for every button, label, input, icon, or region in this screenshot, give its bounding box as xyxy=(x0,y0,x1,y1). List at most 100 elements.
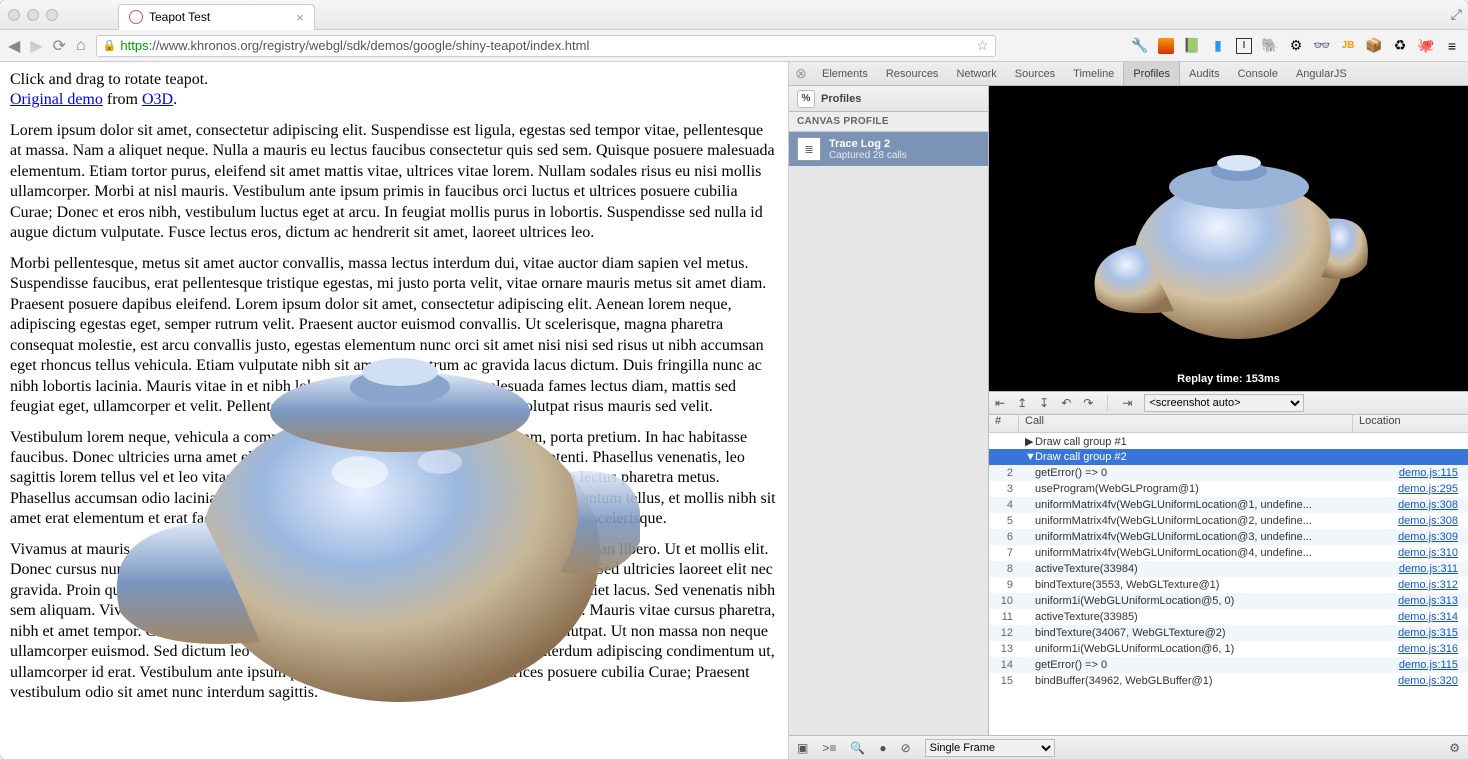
search-icon[interactable]: 🔍 xyxy=(850,741,865,755)
back-button[interactable]: ◀ xyxy=(8,36,20,56)
source-link[interactable]: demo.js:315 xyxy=(1398,627,1458,639)
o3d-link[interactable]: O3D xyxy=(142,91,173,108)
trace-call-row[interactable]: 10uniform1i(WebGLUniformLocation@5, 0)de… xyxy=(989,593,1468,609)
ext-gear-icon[interactable]: ⚙ xyxy=(1288,38,1304,54)
draw-call-group[interactable]: ▶Draw call group #1 xyxy=(989,433,1468,449)
devtools-tab-resources[interactable]: Resources xyxy=(877,62,948,85)
ext-flag-icon[interactable]: ▮ xyxy=(1210,38,1226,54)
col-call-header[interactable]: Call xyxy=(1019,415,1353,432)
devtools-tab-network[interactable]: Network xyxy=(947,62,1005,85)
url-path: ://www.khronos.org/registry/webgl/sdk/de… xyxy=(149,38,590,53)
source-link[interactable]: demo.js:309 xyxy=(1398,531,1458,543)
trace-call-row[interactable]: 5uniformMatrix4fv(WebGLUniformLocation@2… xyxy=(989,513,1468,529)
devtools-tab-profiles[interactable]: Profiles xyxy=(1123,62,1180,85)
trace-call-row[interactable]: 11activeTexture(33985)demo.js:314 xyxy=(989,609,1468,625)
source-link[interactable]: demo.js:308 xyxy=(1398,499,1458,511)
devtools-tab-audits[interactable]: Audits xyxy=(1180,62,1229,85)
trace-call-row[interactable]: 12bindTexture(34067, WebGLTexture@2)demo… xyxy=(989,625,1468,641)
devtools-tab-timeline[interactable]: Timeline xyxy=(1064,62,1123,85)
step-back-icon[interactable]: ↶ xyxy=(1061,396,1071,410)
source-link[interactable]: demo.js:320 xyxy=(1398,675,1458,687)
log-icon: ≣ xyxy=(797,137,821,161)
reload-button[interactable]: ⟳ xyxy=(53,36,66,56)
home-button[interactable]: ⌂ xyxy=(76,37,86,55)
ext-avatar-icon[interactable] xyxy=(1158,38,1174,54)
devtools-tab-angularjs[interactable]: AngularJS xyxy=(1287,62,1356,85)
col-number-header[interactable]: # xyxy=(989,415,1019,432)
screenshot-select[interactable]: <screenshot auto> xyxy=(1144,394,1304,412)
trace-log-item[interactable]: ≣ Trace Log 2 Captured 28 calls xyxy=(789,132,988,166)
ext-github-icon[interactable]: 🐙 xyxy=(1418,38,1434,54)
titlebar: Teapot Test × ⤢ xyxy=(0,0,1468,30)
last-call-icon[interactable]: ⇥ xyxy=(1122,396,1132,410)
ext-recycle-icon[interactable]: ♻ xyxy=(1392,38,1408,54)
trace-call-row[interactable]: 13uniform1i(WebGLUniformLocation@6, 1)de… xyxy=(989,641,1468,657)
ext-jb-icon[interactable]: JB xyxy=(1340,38,1356,54)
source-link[interactable]: demo.js:308 xyxy=(1398,515,1458,527)
page-content: Click and drag to rotate teapot. Origina… xyxy=(0,62,788,759)
ext-mask-icon[interactable]: 👓 xyxy=(1314,38,1330,54)
trace-table-header: # Call Location xyxy=(989,415,1468,433)
devtools-tabs: ⊗ ElementsResourcesNetworkSourcesTimelin… xyxy=(789,62,1468,86)
dock-icon[interactable]: ▣ xyxy=(797,741,808,755)
settings-gear-icon[interactable]: ⚙ xyxy=(1449,741,1460,755)
trace-log-subtitle: Captured 28 calls xyxy=(829,150,907,161)
zoom-window-button[interactable] xyxy=(46,9,58,21)
bookmark-star-icon[interactable]: ☆ xyxy=(976,37,989,54)
step-in-icon[interactable]: ↧ xyxy=(1039,396,1049,410)
capture-mode-select[interactable]: Single Frame xyxy=(925,739,1055,757)
col-location-header[interactable]: Location xyxy=(1353,415,1468,432)
trace-call-row[interactable]: 3useProgram(WebGLProgram@1)demo.js:295 xyxy=(989,481,1468,497)
record-icon[interactable]: ● xyxy=(879,741,886,755)
trace-call-row[interactable]: 14getError() => 0demo.js:115 xyxy=(989,657,1468,673)
lock-icon: 🔒 xyxy=(103,39,117,52)
paragraph: Morbi pellentesque, metus sit amet aucto… xyxy=(10,254,778,418)
ext-evernote-icon[interactable]: 🐘 xyxy=(1262,38,1278,54)
minimize-window-button[interactable] xyxy=(27,9,39,21)
paragraph: Vestibulum lorem neque, vehicula a commo… xyxy=(10,428,778,530)
devtools-tab-sources[interactable]: Sources xyxy=(1006,62,1064,85)
devtools-panel: ⊗ ElementsResourcesNetworkSourcesTimelin… xyxy=(788,62,1468,759)
trace-call-row[interactable]: 9bindTexture(3553, WebGLTexture@1)demo.j… xyxy=(989,577,1468,593)
close-tab-icon[interactable]: × xyxy=(296,10,304,25)
address-bar[interactable]: 🔒 https ://www.khronos.org/registry/webg… xyxy=(96,35,996,57)
source-link[interactable]: demo.js:295 xyxy=(1398,483,1458,495)
forward-button[interactable]: ▶ xyxy=(30,36,42,56)
source-link[interactable]: demo.js:316 xyxy=(1398,643,1458,655)
ext-wrench-icon[interactable]: 🔧 xyxy=(1132,38,1148,54)
draw-call-group[interactable]: ▼Draw call group #2 xyxy=(989,449,1468,465)
extension-icons: 🔧 📗 ▮ I 🐘 ⚙ 👓 JB 📦 ♻ 🐙 ≡ xyxy=(1132,38,1460,54)
ext-book-icon[interactable]: 📗 xyxy=(1184,38,1200,54)
devtools-tab-elements[interactable]: Elements xyxy=(813,62,877,85)
clear-icon[interactable]: ⊘ xyxy=(901,741,911,755)
devtools-close-icon[interactable]: ⊗ xyxy=(789,65,813,82)
step-out-icon[interactable]: ↥ xyxy=(1017,396,1027,410)
devtools-tab-console[interactable]: Console xyxy=(1229,62,1287,85)
trace-call-row[interactable]: 15bindBuffer(34962, WebGLBuffer@1)demo.j… xyxy=(989,673,1468,689)
console-toggle-icon[interactable]: >≡ xyxy=(822,741,836,755)
source-link[interactable]: demo.js:310 xyxy=(1398,547,1458,559)
source-link[interactable]: demo.js:313 xyxy=(1398,595,1458,607)
browser-tab[interactable]: Teapot Test × xyxy=(118,4,315,30)
first-call-icon[interactable]: ⇤ xyxy=(995,396,1005,410)
source-link[interactable]: demo.js:115 xyxy=(1399,659,1458,671)
trace-call-row[interactable]: 8activeTexture(33984)demo.js:311 xyxy=(989,561,1468,577)
source-link[interactable]: demo.js:115 xyxy=(1399,467,1458,479)
source-link[interactable]: demo.js:311 xyxy=(1399,563,1458,575)
ext-box-icon[interactable]: 📦 xyxy=(1366,38,1382,54)
trace-call-row[interactable]: 2getError() => 0demo.js:115 xyxy=(989,465,1468,481)
source-link[interactable]: demo.js:312 xyxy=(1398,579,1458,591)
ext-text-icon[interactable]: I xyxy=(1236,38,1252,54)
source-link[interactable]: demo.js:314 xyxy=(1398,611,1458,623)
original-demo-link[interactable]: Original demo xyxy=(10,91,103,108)
step-forward-icon[interactable]: ↷ xyxy=(1083,396,1093,410)
profiles-icon: % xyxy=(797,90,815,108)
fullscreen-icon[interactable]: ⤢ xyxy=(1451,6,1462,23)
trace-call-row[interactable]: 6uniformMatrix4fv(WebGLUniformLocation@3… xyxy=(989,529,1468,545)
trace-call-row[interactable]: 4uniformMatrix4fv(WebGLUniformLocation@1… xyxy=(989,497,1468,513)
close-window-button[interactable] xyxy=(8,9,20,21)
trace-call-row[interactable]: 7uniformMatrix4fv(WebGLUniformLocation@4… xyxy=(989,545,1468,561)
trace-table[interactable]: ▶Draw call group #1▼Draw call group #22g… xyxy=(989,433,1468,735)
hamburger-menu-icon[interactable]: ≡ xyxy=(1444,38,1460,54)
profile-main: Replay time: 153ms ⇤ ↥ ↧ ↶ ↷ ⇥ <screensh… xyxy=(989,86,1468,735)
